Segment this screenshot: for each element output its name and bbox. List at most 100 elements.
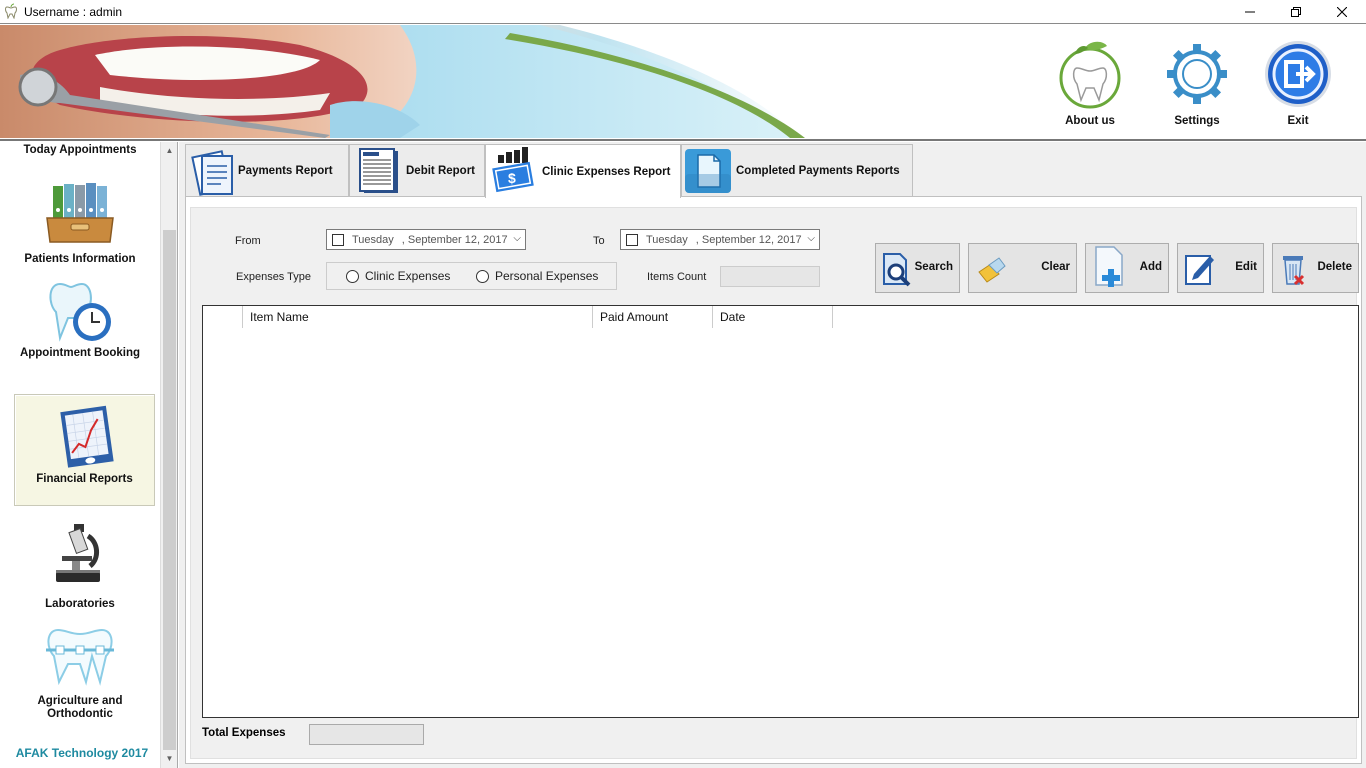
to-date-value: , September 12, 2017 <box>695 233 802 246</box>
title-bar: Username : admin <box>0 0 1366 23</box>
column-item-name[interactable]: Item Name <box>243 306 593 328</box>
to-date-day: Tuesday <box>646 233 688 246</box>
sidebar: Today Appointments Patients Information … <box>0 142 178 768</box>
restore-button[interactable] <box>1273 0 1319 23</box>
trash-icon <box>1283 256 1305 286</box>
app-header: About us Settings Exit <box>0 23 1366 141</box>
binders-icon <box>46 183 114 243</box>
chevron-down-icon[interactable]: ⌵ <box>513 233 521 244</box>
notepad-icon <box>191 149 233 196</box>
tooth-clock-icon <box>49 282 111 342</box>
from-date-day: Tuesday <box>352 233 394 246</box>
minimize-icon <box>1245 11 1255 12</box>
delete-label: Delete <box>1317 261 1352 273</box>
exit-label: Exit <box>1287 115 1309 127</box>
radio-button[interactable] <box>346 269 359 283</box>
document-icon <box>685 148 731 193</box>
sidebar-scrollbar[interactable]: ▲ ▼ <box>160 142 177 768</box>
add-document-icon <box>1095 246 1123 287</box>
tab-completed-payments-reports[interactable]: Completed Payments Reports <box>681 144 913 196</box>
tab-label: Debit Report <box>406 164 475 177</box>
radio-clinic-expenses[interactable]: Clinic Expenses <box>346 269 450 283</box>
search-icon <box>883 253 911 287</box>
search-label: Search <box>914 261 953 273</box>
expenses-type-label: Expenses Type <box>236 271 312 283</box>
sidebar-item-label: Agriculture and Orthodontic <box>37 695 123 720</box>
settings-label: Settings <box>1174 115 1220 127</box>
sidebar-item-agriculture-and-orthodontic[interactable]: Agriculture and Orthodontic <box>0 626 160 721</box>
sidebar-item-label: Today Appointments <box>23 144 137 156</box>
eraser-icon <box>978 257 1006 283</box>
column-date[interactable]: Date <box>713 306 833 328</box>
add-button[interactable]: Add <box>1085 243 1169 293</box>
radio-label: Personal Expenses <box>495 269 599 283</box>
sidebar-item-today-appointments[interactable]: Today Appointments <box>0 144 160 156</box>
pen-edit-icon <box>1185 255 1214 285</box>
about-us-label: About us <box>1065 115 1115 127</box>
sidebar-item-laboratories[interactable]: Laboratories <box>0 522 160 610</box>
expenses-report-panel: From Tuesday , September 12, 2017 ⌵ To T… <box>185 196 1362 764</box>
clear-button[interactable]: Clear <box>968 243 1077 293</box>
sidebar-item-patients-information[interactable]: Patients Information <box>0 180 160 265</box>
chart-book-icon <box>59 405 114 468</box>
clear-label: Clear <box>1041 261 1070 273</box>
scroll-down-icon[interactable]: ▼ <box>161 750 178 766</box>
total-expenses-field <box>309 724 424 745</box>
minimize-button[interactable] <box>1227 0 1273 23</box>
total-expenses-label: Total Expenses <box>202 727 286 739</box>
edit-button[interactable]: Edit <box>1177 243 1264 293</box>
close-icon <box>1337 6 1347 17</box>
from-date-value: , September 12, 2017 <box>401 233 508 246</box>
exit-door-icon <box>1265 41 1331 107</box>
tab-label: Payments Report <box>238 164 333 177</box>
tab-label: Clinic Expenses Report <box>542 165 671 178</box>
scroll-up-icon[interactable]: ▲ <box>161 142 178 158</box>
scroll-thumb[interactable] <box>163 230 176 750</box>
tab-payments-report[interactable]: Payments Report <box>185 144 349 196</box>
sidebar-item-label: Appointment Booking <box>19 347 141 359</box>
expenses-type-group: Clinic Expenses Personal Expenses <box>326 262 617 290</box>
sidebar-item-label: Laboratories <box>45 598 115 610</box>
tab-clinic-expenses-report[interactable]: $ Clinic Expenses Report <box>485 144 681 198</box>
dental-banner-image <box>0 25 810 138</box>
main-area: Payments Report Debit Report $ Clinic Ex… <box>179 142 1366 768</box>
dollar-glyph: $ <box>508 170 516 186</box>
company-brand: AFAK Technology 2017 <box>15 746 149 760</box>
sidebar-item-label: Patients Information <box>24 253 136 265</box>
sidebar-item-appointment-booking[interactable]: Appointment Booking <box>0 278 160 359</box>
microscope-icon <box>56 524 100 582</box>
expenses-data-grid[interactable]: Item Name Paid Amount Date <box>202 305 1359 718</box>
chevron-down-icon[interactable]: ⌵ <box>807 233 815 244</box>
search-button[interactable]: Search <box>875 243 960 293</box>
close-button[interactable] <box>1319 0 1365 23</box>
sidebar-item-financial-reports[interactable]: Financial Reports <box>14 394 155 506</box>
from-date-checkbox[interactable] <box>332 233 344 246</box>
radio-label: Clinic Expenses <box>365 269 451 283</box>
settings-button[interactable]: Settings <box>1157 38 1237 138</box>
to-date-checkbox[interactable] <box>626 233 638 246</box>
radio-personal-expenses[interactable]: Personal Expenses <box>476 269 598 283</box>
grid-row-header-cell[interactable] <box>203 306 243 328</box>
to-date-picker[interactable]: Tuesday , September 12, 2017 ⌵ <box>620 229 820 250</box>
about-us-button[interactable]: About us <box>1050 38 1130 138</box>
app-tooth-icon <box>5 3 17 19</box>
money-chart-icon: $ <box>492 146 534 192</box>
report-content: From Tuesday , September 12, 2017 ⌵ To T… <box>190 207 1359 759</box>
delete-button[interactable]: Delete <box>1272 243 1359 293</box>
from-label: From <box>235 235 261 247</box>
column-paid-amount[interactable]: Paid Amount <box>593 306 713 328</box>
tab-debit-report[interactable]: Debit Report <box>349 144 485 196</box>
report-icon <box>359 147 398 193</box>
from-date-picker[interactable]: Tuesday , September 12, 2017 ⌵ <box>326 229 526 250</box>
gear-icon <box>1167 44 1227 104</box>
exit-button[interactable]: Exit <box>1258 38 1338 138</box>
tooth-leaf-icon <box>1059 41 1121 109</box>
window-title: Username : admin <box>24 5 123 19</box>
to-label: To <box>593 235 605 247</box>
sidebar-item-label: Financial Reports <box>36 473 133 485</box>
tab-label: Completed Payments Reports <box>736 164 900 177</box>
edit-label: Edit <box>1235 261 1257 273</box>
restore-icon <box>1291 6 1301 17</box>
radio-button[interactable] <box>476 269 489 283</box>
braces-tooth-icon <box>46 628 114 686</box>
